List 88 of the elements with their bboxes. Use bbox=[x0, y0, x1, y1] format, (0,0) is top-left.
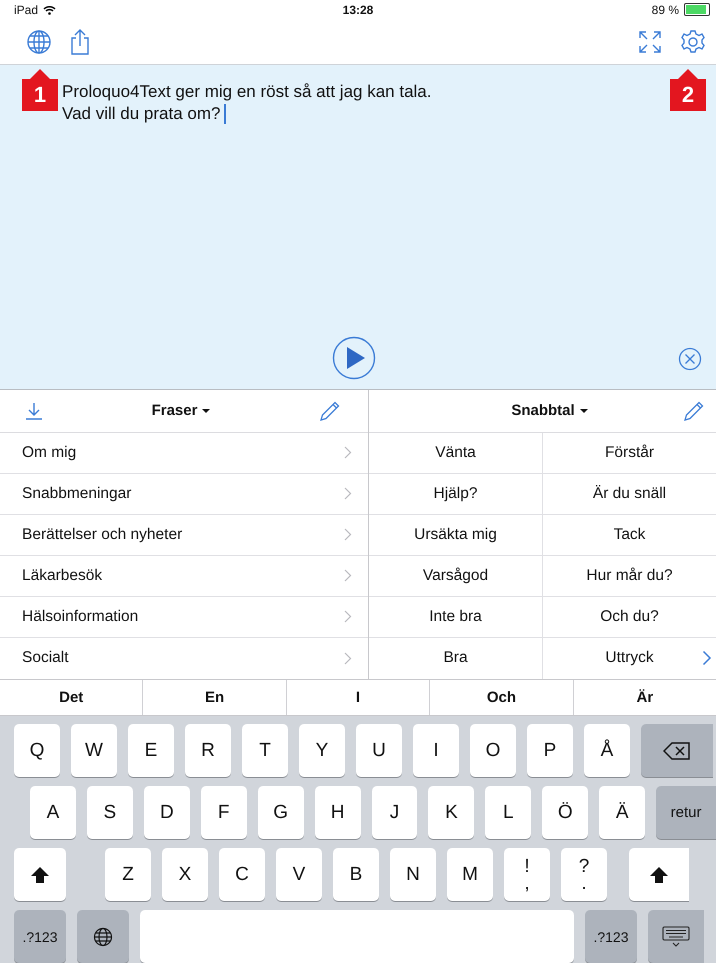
globe-icon[interactable] bbox=[26, 28, 52, 55]
quick-phrase[interactable]: Förstår bbox=[542, 432, 716, 473]
backspace-icon bbox=[663, 742, 691, 760]
letter-key[interactable]: V bbox=[276, 848, 322, 901]
punctuation-key[interactable]: ? . bbox=[561, 848, 607, 901]
letter-key[interactable]: Ä bbox=[599, 786, 646, 839]
letter-key[interactable]: S bbox=[86, 786, 133, 839]
quick-dropdown[interactable]: Snabbtal bbox=[511, 402, 588, 420]
letter-key[interactable]: I bbox=[413, 724, 459, 777]
phrase-category[interactable]: Snabbmeningar bbox=[0, 474, 368, 515]
letter-key[interactable]: T bbox=[242, 724, 288, 777]
callout-badge: 1 bbox=[22, 68, 58, 111]
download-icon[interactable] bbox=[24, 400, 44, 421]
letter-key[interactable]: K bbox=[428, 786, 474, 839]
letter-key[interactable]: E bbox=[128, 724, 174, 777]
letter-key[interactable]: Q bbox=[14, 724, 60, 777]
hide-keyboard-key[interactable] bbox=[648, 910, 704, 963]
battery-icon bbox=[684, 3, 710, 16]
quick-phrase[interactable]: Hjälp? bbox=[369, 474, 542, 514]
letter-key[interactable]: C bbox=[219, 848, 265, 901]
chevron-right-icon[interactable] bbox=[702, 650, 712, 666]
wifi-icon bbox=[43, 4, 56, 15]
phrase-category[interactable]: Om mig bbox=[0, 432, 368, 474]
chevron-right-icon bbox=[344, 528, 352, 542]
letter-key[interactable]: L bbox=[485, 786, 532, 839]
phrase-category[interactable]: Socialt bbox=[0, 638, 368, 679]
chevron-right-icon bbox=[344, 487, 352, 500]
clock: 13:28 bbox=[342, 2, 374, 17]
letter-key[interactable]: H bbox=[314, 786, 361, 839]
letter-key[interactable]: Y bbox=[299, 724, 345, 777]
quick-phrase[interactable]: Ursäkta mig bbox=[369, 514, 542, 555]
letter-key[interactable]: N bbox=[390, 848, 436, 901]
quick-phrase[interactable]: Inte bra bbox=[369, 596, 542, 637]
globe-key[interactable] bbox=[77, 910, 129, 963]
callout-badge: 2 bbox=[670, 68, 706, 111]
expand-icon[interactable] bbox=[638, 30, 662, 54]
quick-phrase[interactable]: Varsågod bbox=[369, 556, 542, 596]
letter-key[interactable]: F bbox=[200, 786, 247, 839]
quick-phrase[interactable]: Uttryck bbox=[542, 638, 716, 679]
letter-key[interactable]: M bbox=[447, 848, 493, 901]
battery-percent: 89 % bbox=[652, 2, 679, 17]
letter-key[interactable]: D bbox=[144, 786, 190, 839]
shift-key[interactable] bbox=[14, 848, 66, 901]
letter-key[interactable]: B bbox=[333, 848, 379, 901]
shift-icon bbox=[30, 866, 50, 884]
settings-icon[interactable] bbox=[680, 28, 706, 55]
message-text: Proloquo4Text ger mig en röst så att jag kan tala. bbox=[62, 80, 432, 103]
letter-key[interactable]: X bbox=[162, 848, 208, 901]
quick-phrase[interactable]: Är du snäll bbox=[542, 474, 716, 514]
letter-key[interactable]: Ö bbox=[542, 786, 588, 839]
quick-phrase[interactable]: Tack bbox=[542, 514, 716, 555]
shift-icon bbox=[649, 866, 669, 884]
backspace-key[interactable] bbox=[641, 724, 713, 777]
message-text: Vad vill du prata om? bbox=[62, 102, 220, 125]
numbers-key[interactable]: .?123 bbox=[14, 910, 66, 963]
device-name: iPad bbox=[14, 2, 38, 17]
letter-key[interactable]: A bbox=[30, 786, 76, 839]
clear-icon[interactable] bbox=[678, 346, 702, 371]
numbers-key[interactable]: .?123 bbox=[585, 910, 637, 963]
letter-key[interactable]: G bbox=[258, 786, 304, 839]
text-cursor bbox=[224, 104, 226, 124]
globe-icon bbox=[93, 926, 113, 946]
letter-key[interactable]: W bbox=[71, 724, 117, 777]
letter-key[interactable]: P bbox=[527, 724, 573, 777]
letter-key[interactable]: U bbox=[356, 724, 402, 777]
quick-phrase[interactable]: Bra bbox=[369, 638, 542, 679]
quick-phrase[interactable]: Vänta bbox=[369, 432, 542, 473]
chevron-right-icon bbox=[344, 652, 352, 665]
quick-phrase[interactable]: Hur mår du? bbox=[542, 556, 716, 596]
letter-key[interactable]: Å bbox=[584, 724, 630, 777]
shift-key[interactable] bbox=[629, 848, 689, 901]
letter-key[interactable]: O bbox=[470, 724, 516, 777]
punctuation-key[interactable]: ! , bbox=[504, 848, 550, 901]
letter-key[interactable]: R bbox=[185, 724, 231, 777]
chevron-right-icon bbox=[344, 569, 352, 582]
letter-key[interactable]: Z bbox=[105, 848, 151, 901]
chevron-right-icon bbox=[344, 446, 352, 460]
play-icon[interactable] bbox=[332, 336, 376, 380]
phrase-category[interactable]: Läkarbesök bbox=[0, 556, 368, 597]
return-key[interactable]: retur bbox=[656, 786, 716, 839]
phrase-category[interactable]: Hälsoinformation bbox=[0, 596, 368, 638]
chevron-right-icon bbox=[344, 610, 352, 624]
phrases-dropdown[interactable]: Fraser bbox=[152, 402, 210, 420]
letter-key[interactable]: J bbox=[372, 786, 418, 839]
quick-phrase[interactable]: Och du? bbox=[542, 596, 716, 637]
share-icon[interactable] bbox=[70, 28, 90, 56]
phrase-category[interactable]: Berättelser och nyheter bbox=[0, 514, 368, 556]
keyboard-icon bbox=[662, 926, 690, 948]
